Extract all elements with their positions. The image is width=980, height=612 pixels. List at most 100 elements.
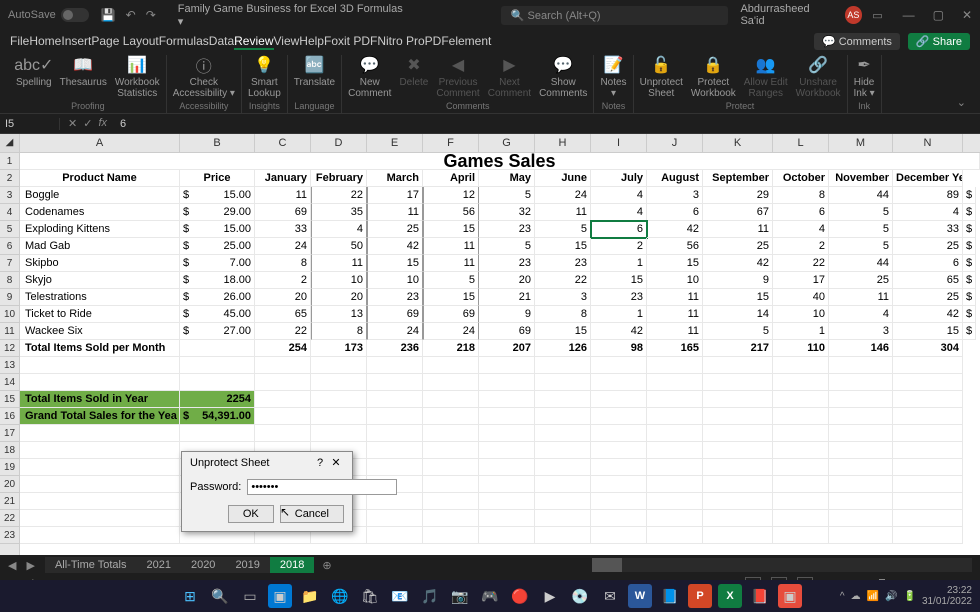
row-header[interactable]: 7 [0,255,19,272]
cell[interactable] [647,476,703,493]
cell[interactable]: 65 [893,272,963,289]
cell[interactable] [703,391,773,408]
cell[interactable] [773,493,829,510]
tab-insert[interactable]: Insert [61,34,91,48]
tab-home[interactable]: Home [29,34,61,48]
row-header[interactable]: 18 [0,442,19,459]
column-label[interactable]: December Ye [893,170,963,187]
column-label[interactable]: January [255,170,311,187]
cell[interactable] [423,374,479,391]
cell[interactable] [535,442,591,459]
cell[interactable]: 56 [647,238,703,255]
ribbon-translate[interactable]: 🔤Translate [294,55,335,88]
cell[interactable]: 5 [703,323,773,340]
selected-cell[interactable]: 6 [591,221,647,238]
cell[interactable]: $ [963,255,976,272]
cell[interactable]: 33 [893,221,963,238]
ribbon-workbook[interactable]: 📊WorkbookStatistics [115,55,160,99]
app-icon[interactable]: 💿 [568,584,592,608]
cell[interactable]: 42 [703,255,773,272]
cell[interactable]: 110 [773,340,829,357]
cell[interactable]: 44 [829,187,893,204]
tray-wifi-icon[interactable]: 📶 [867,591,879,602]
cancel-fx-icon[interactable]: ✕ [68,117,77,130]
cell[interactable] [703,510,773,527]
cell[interactable] [535,408,591,425]
ribbon-check[interactable]: ⓘCheckAccessibility ▾ [173,55,235,99]
user-name[interactable]: Abdurrasheed Sa'id [740,3,834,27]
cell[interactable]: 15 [367,255,423,272]
cell[interactable]: 67 [703,204,773,221]
row-header[interactable]: 1 [0,153,19,170]
avatar[interactable]: AS [845,6,863,24]
cell[interactable] [647,374,703,391]
cell[interactable] [647,493,703,510]
cell[interactable] [535,493,591,510]
cell[interactable] [423,493,479,510]
row-header[interactable]: 6 [0,238,19,255]
cell[interactable] [423,391,479,408]
cell[interactable]: 23 [367,289,423,306]
excel-icon[interactable]: X [718,584,742,608]
row-header[interactable]: 21 [0,493,19,510]
cell[interactable]: 33 [255,221,311,238]
col-header[interactable]: K [703,134,773,152]
app-icon[interactable]: 🔴 [508,584,532,608]
column-label[interactable]: February [311,170,367,187]
sheet-nav-next-icon[interactable]: ▶ [26,559,34,572]
ribbon-unprotect[interactable]: 🔓UnprotectSheet [640,55,683,99]
cell[interactable] [773,442,829,459]
cell[interactable] [591,408,647,425]
column-label[interactable]: July [591,170,647,187]
cell[interactable]: 11 [829,289,893,306]
cell[interactable] [591,425,647,442]
cell[interactable]: 5 [829,221,893,238]
cell[interactable]: 89 [893,187,963,204]
cell[interactable] [893,391,963,408]
column-label[interactable]: March [367,170,423,187]
col-header[interactable]: G [479,134,535,152]
cell[interactable] [180,374,255,391]
cell[interactable] [829,408,893,425]
cell[interactable]: 25 [703,238,773,255]
ok-button[interactable]: OK [228,505,274,523]
row-header[interactable]: 13 [0,357,19,374]
cell[interactable] [535,391,591,408]
cell[interactable]: Mad Gab [20,238,180,255]
taskview-icon[interactable]: ▭ [238,584,262,608]
cell[interactable] [773,459,829,476]
cell[interactable]: 50 [311,238,367,255]
spreadsheet-grid[interactable]: ◢1234567891011121314151617181920212223 A… [0,134,980,555]
cell[interactable]: Telestrations [20,289,180,306]
horizontal-scrollbar[interactable] [592,558,972,572]
formula-input[interactable]: 6 [115,118,131,130]
cell[interactable]: $ [963,221,976,238]
cell[interactable] [893,408,963,425]
cell[interactable] [591,476,647,493]
cell[interactable] [647,459,703,476]
cell[interactable]: 15 [535,238,591,255]
cell[interactable]: $29.00 [180,204,255,221]
cell[interactable] [535,476,591,493]
col-header[interactable]: L [773,134,829,152]
tab-review[interactable]: Review [234,34,273,50]
cell[interactable] [829,391,893,408]
ribbon-expand-icon[interactable]: ⌄ [953,92,970,113]
cell[interactable] [367,408,423,425]
tray-battery-icon[interactable]: 🔋 [903,591,915,602]
cell[interactable] [773,527,829,544]
cell[interactable]: $ [963,187,976,204]
cell[interactable]: Total Items Sold in Year [20,391,180,408]
cell[interactable]: 44 [829,255,893,272]
autosave-toggle[interactable]: AutoSave [8,8,89,22]
undo-icon[interactable]: ↶ [126,8,136,22]
cell[interactable] [647,425,703,442]
cell[interactable]: 11 [423,255,479,272]
cell[interactable] [773,476,829,493]
cell[interactable]: 4 [311,221,367,238]
row-header[interactable]: 2 [0,170,19,187]
cell[interactable]: 9 [703,272,773,289]
ribbon-protect[interactable]: 🔒ProtectWorkbook [691,55,736,99]
cell[interactable] [591,459,647,476]
sheet-tab-2021[interactable]: 2021 [136,557,180,573]
